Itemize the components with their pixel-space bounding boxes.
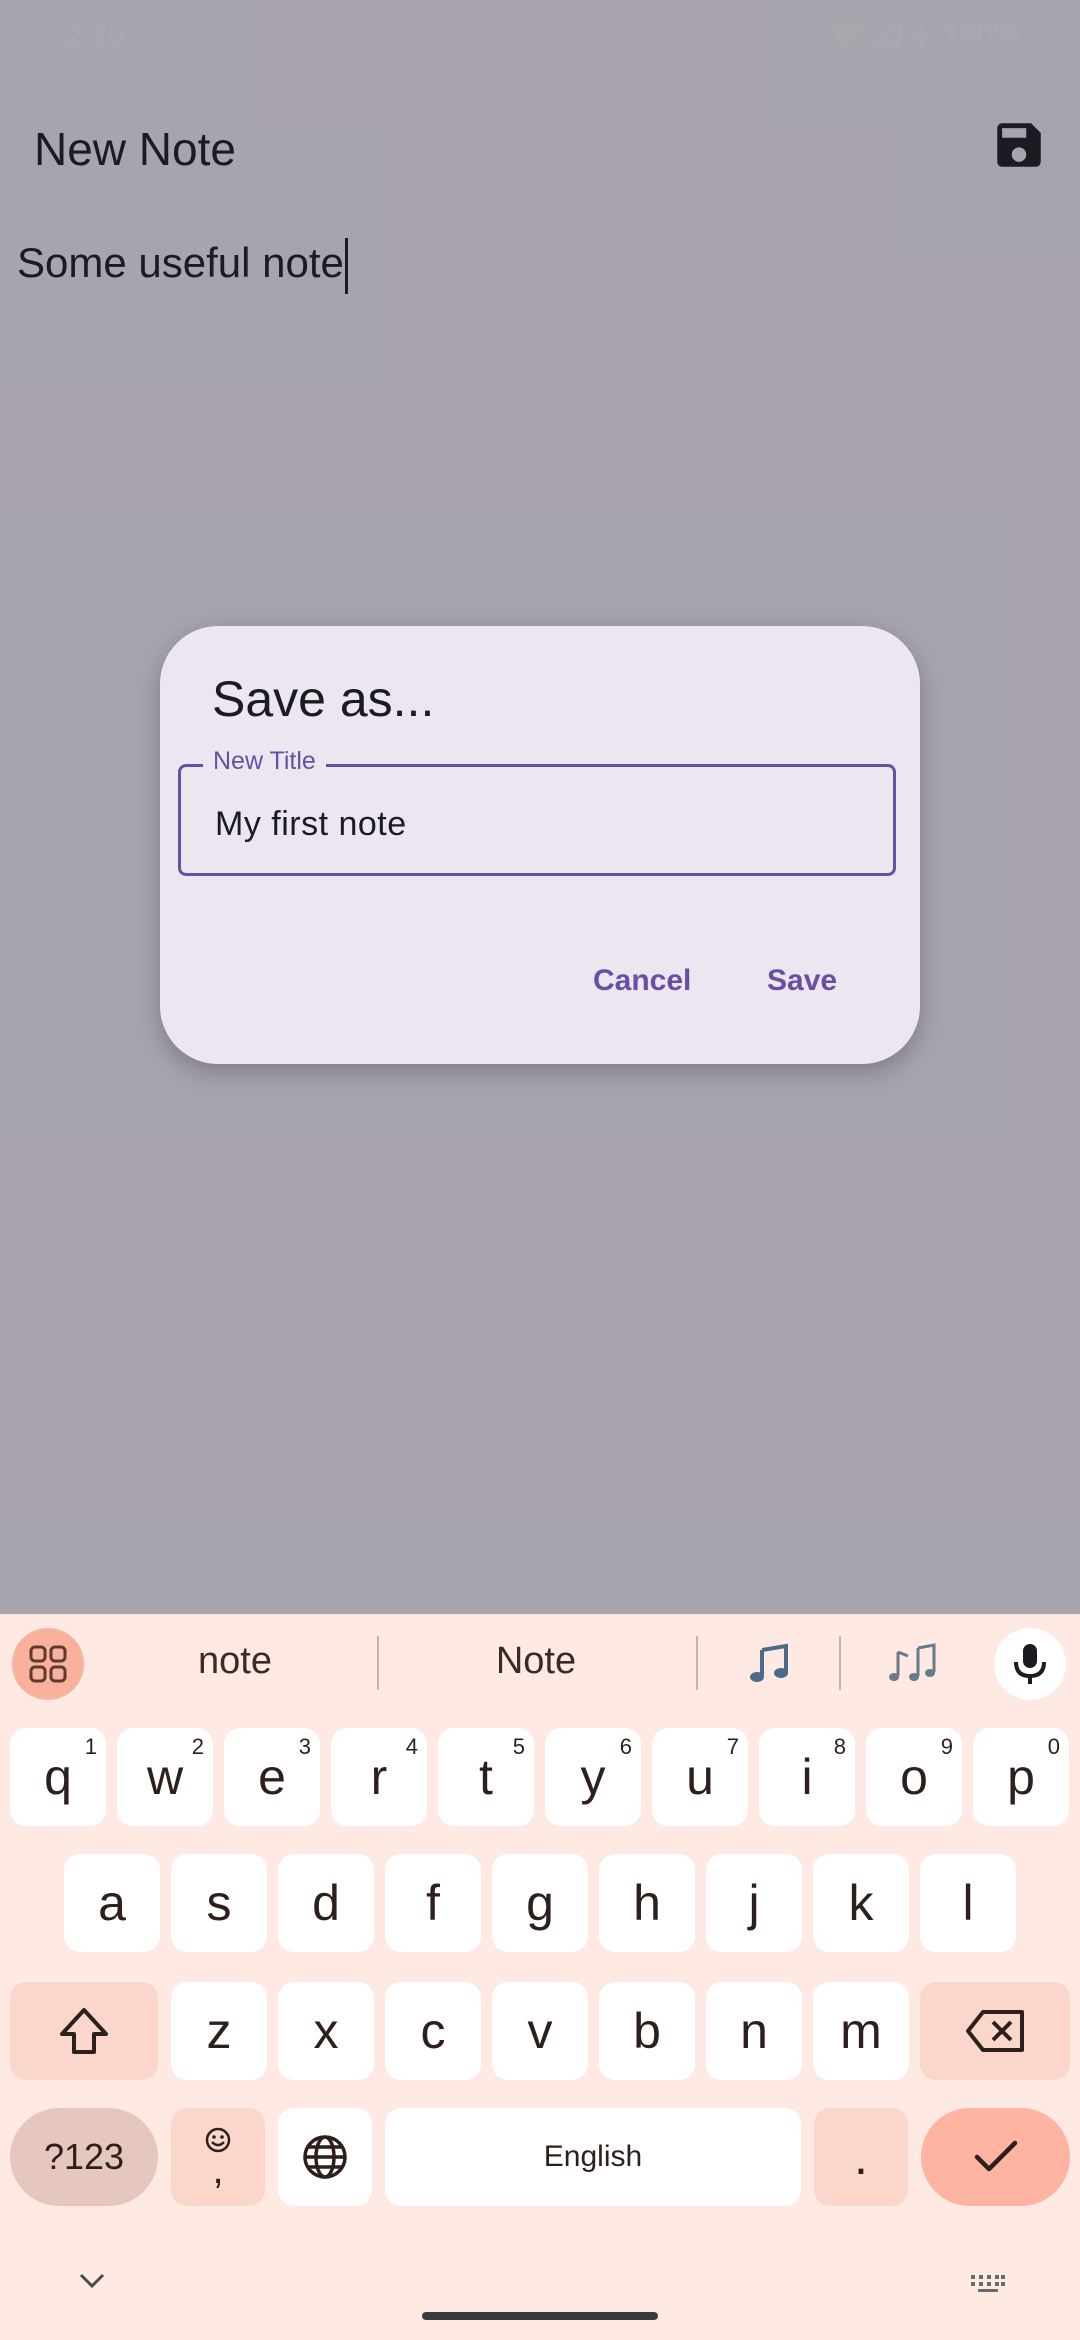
globe-icon xyxy=(303,2135,347,2179)
soft-keyboard: note Note ?123 , English . q 1 w 2 e 3 r… xyxy=(0,1614,1080,2340)
key-u[interactable]: u7 xyxy=(652,1728,748,1826)
symbols-key[interactable]: ?123 xyxy=(10,2108,158,2206)
suggestion-divider xyxy=(696,1636,698,1690)
key-g[interactable]: g xyxy=(492,1854,588,1952)
microphone-icon xyxy=(1014,1644,1046,1684)
checkmark-icon xyxy=(974,2140,1017,2172)
dialog-title: Save as... xyxy=(212,671,435,727)
key-label: p xyxy=(1007,1749,1035,1805)
period-key[interactable]: . xyxy=(814,2108,908,2206)
key-i[interactable]: i8 xyxy=(759,1728,855,1826)
key-t[interactable]: t5 xyxy=(438,1728,534,1826)
key-d[interactable]: d xyxy=(278,1854,374,1952)
language-key[interactable] xyxy=(278,2108,372,2206)
enter-key[interactable] xyxy=(921,2108,1070,2206)
key-label: r xyxy=(370,1749,388,1805)
key-m[interactable]: m xyxy=(813,1982,909,2080)
grid-icon xyxy=(29,1645,67,1683)
new-title-label: New Title xyxy=(203,747,326,776)
emoji-comma-key[interactable]: , xyxy=(171,2108,265,2206)
suggestion-divider xyxy=(377,1636,379,1690)
key-s[interactable]: s xyxy=(171,1854,267,1952)
key-hint: 3 xyxy=(298,1734,311,1759)
key-hint: 2 xyxy=(191,1734,204,1759)
suggestion-divider xyxy=(839,1636,841,1690)
key-p[interactable]: p0 xyxy=(973,1728,1069,1826)
new-title-field[interactable]: New Title My first note xyxy=(178,747,896,876)
cancel-button[interactable]: Cancel xyxy=(593,964,691,998)
key-label: e xyxy=(258,1749,286,1805)
key-label: y xyxy=(580,1749,606,1805)
key-j[interactable]: j xyxy=(706,1854,802,1952)
space-key[interactable]: English xyxy=(385,2108,801,2206)
keyboard-apps-button[interactable] xyxy=(12,1628,84,1700)
backspace-icon xyxy=(966,2010,1024,2052)
key-f[interactable]: f xyxy=(385,1854,481,1952)
keyboard-switch-icon[interactable] xyxy=(970,2274,1006,2294)
hide-keyboard-chevron-icon[interactable] xyxy=(78,2272,106,2290)
key-b[interactable]: b xyxy=(599,1982,695,2080)
key-label: i xyxy=(801,1749,813,1805)
key-hint: 5 xyxy=(512,1734,525,1759)
key-hint: 7 xyxy=(726,1734,739,1759)
key-w[interactable]: w2 xyxy=(117,1728,213,1826)
key-n[interactable]: n xyxy=(706,1982,802,2080)
suggestion-2[interactable]: Note xyxy=(420,1640,652,1683)
key-label: w xyxy=(146,1749,184,1805)
key-q[interactable]: q1 xyxy=(10,1728,106,1826)
suggestion-bar: note Note xyxy=(0,1614,1080,1710)
music-note-emoji-icon[interactable] xyxy=(748,1642,792,1686)
save-button[interactable]: Save xyxy=(767,964,837,998)
key-l[interactable]: l xyxy=(920,1854,1016,1952)
key-e[interactable]: e3 xyxy=(224,1728,320,1826)
key-h[interactable]: h xyxy=(599,1854,695,1952)
key-hint: 0 xyxy=(1047,1734,1060,1759)
home-gesture-bar[interactable] xyxy=(422,2312,658,2320)
key-c[interactable]: c xyxy=(385,1982,481,2080)
key-hint: 4 xyxy=(405,1734,418,1759)
key-x[interactable]: x xyxy=(278,1982,374,2080)
key-a[interactable]: a xyxy=(64,1854,160,1952)
save-as-dialog: Save as... New Title My first note Cance… xyxy=(160,626,920,1064)
key-label: q xyxy=(44,1749,72,1805)
key-r[interactable]: r4 xyxy=(331,1728,427,1826)
comma-label: , xyxy=(212,2148,224,2192)
shift-key[interactable] xyxy=(10,1982,158,2080)
key-hint: 8 xyxy=(833,1734,846,1759)
key-label: t xyxy=(479,1749,493,1805)
new-title-value: My first note xyxy=(215,805,407,843)
key-v[interactable]: v xyxy=(492,1982,588,2080)
key-k[interactable]: k xyxy=(813,1854,909,1952)
music-notes-emoji-icon[interactable] xyxy=(888,1642,938,1686)
key-o[interactable]: o9 xyxy=(866,1728,962,1826)
key-y[interactable]: y6 xyxy=(545,1728,641,1826)
key-z[interactable]: z xyxy=(171,1982,267,2080)
key-label: u xyxy=(686,1749,714,1805)
shift-arrow-icon xyxy=(60,2008,108,2054)
voice-input-button[interactable] xyxy=(994,1628,1066,1700)
suggestion-1[interactable]: note xyxy=(120,1640,350,1683)
key-hint: 6 xyxy=(619,1734,632,1759)
key-hint: 9 xyxy=(940,1734,953,1759)
key-hint: 1 xyxy=(84,1734,97,1759)
backspace-key[interactable] xyxy=(920,1982,1070,2080)
key-label: o xyxy=(900,1749,928,1805)
